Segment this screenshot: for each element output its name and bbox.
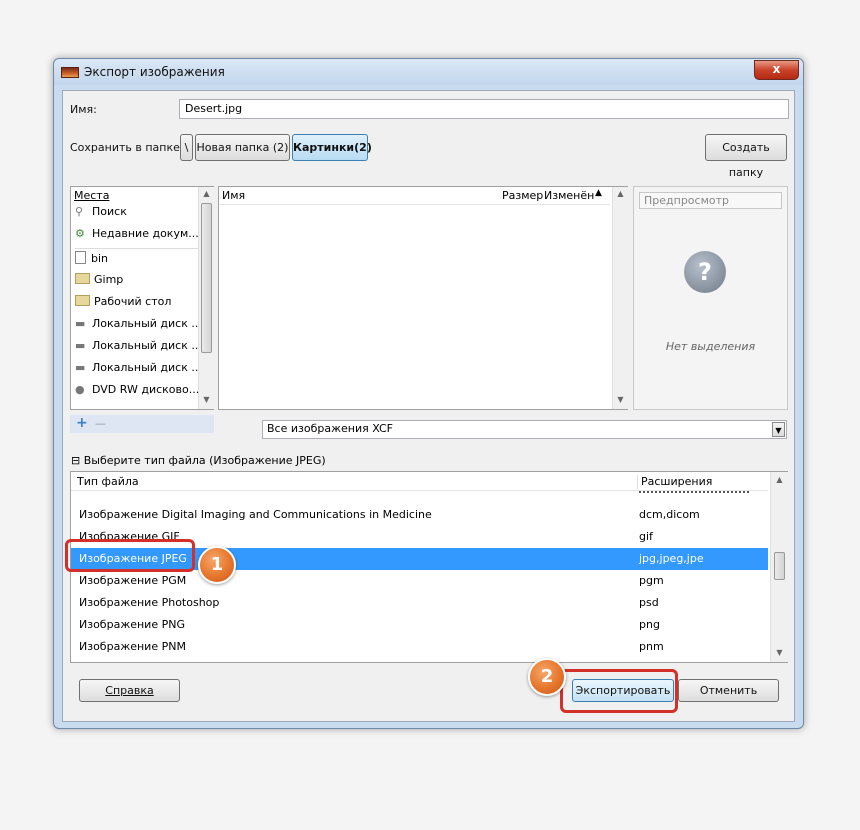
step-badge-2: 2 [528, 658, 566, 696]
column-extensions[interactable]: Расширения [641, 475, 712, 488]
sort-arrow-icon: ▲ [595, 188, 602, 198]
scroll-up-icon[interactable]: ▲ [613, 189, 628, 198]
places-scroll-thumb[interactable] [201, 203, 212, 353]
filetype-header: Выберите тип файла (Изображение JPEG) [83, 454, 326, 467]
place-bin[interactable]: bin [75, 251, 205, 272]
file-list-header: Имя Размер Изменён ▲ [219, 187, 610, 205]
search-icon: ⚲ [75, 205, 84, 218]
filename-input[interactable]: Desert.jpg [179, 99, 789, 119]
filetype-scroll-thumb[interactable] [774, 552, 785, 580]
path-new-folder-button[interactable]: Новая папка (2) [195, 134, 290, 161]
save-in-label: Сохранить в папке [70, 141, 180, 154]
chevron-down-icon[interactable]: ▼ [772, 422, 785, 437]
path-pictures-button[interactable]: Картинки(2) [292, 134, 372, 161]
folder-icon [75, 295, 90, 306]
step-badge-1: 1 [198, 546, 236, 584]
filetype-expander[interactable]: ⊟ Выберите тип файла (Изображение JPEG) [71, 454, 326, 467]
preview-label: Предпросмотр [639, 192, 782, 209]
dialog-body: Имя: Desert.jpg Сохранить в папке \ Нова… [62, 90, 795, 722]
cancel-button[interactable]: Отменить [678, 679, 779, 702]
help-button[interactable]: Справка [79, 679, 180, 702]
places-scrollbar[interactable]: ▲ ▼ [198, 187, 214, 409]
place-recent[interactable]: ⚙ Недавние докум... [75, 227, 205, 248]
scroll-down-icon[interactable]: ▼ [771, 648, 788, 657]
gimp-app-icon [61, 67, 79, 78]
place-local-disk-2[interactable]: ▬ Локальный диск ... [75, 339, 205, 360]
scroll-down-icon[interactable]: ▼ [199, 395, 214, 404]
scroll-down-icon[interactable]: ▼ [613, 395, 628, 404]
folder-icon [75, 273, 90, 284]
scroll-up-icon[interactable]: ▲ [199, 189, 214, 198]
collapse-icon: ⊟ [71, 454, 81, 467]
recent-icon: ⚙ [75, 227, 85, 240]
path-root-button[interactable]: \ [180, 134, 193, 161]
drive-icon: ▬ [75, 361, 86, 374]
place-gimp[interactable]: Gimp [75, 273, 205, 294]
filetype-row[interactable]: Изображение Digital Imaging and Communic… [71, 504, 768, 526]
filetype-list-header: Тип файла Расширения [71, 472, 768, 491]
place-dvd[interactable]: ● DVD RW дисково... [75, 383, 205, 404]
no-preview-icon: ? [684, 251, 726, 293]
remove-place-icon[interactable]: — [95, 415, 106, 432]
place-local-disk-3[interactable]: ▬ Локальный диск ... [75, 361, 205, 382]
file-icon [75, 251, 86, 264]
place-local-disk-1[interactable]: ▬ Локальный диск ... [75, 317, 205, 338]
filetype-row[interactable]: Изображение Photoshop psd [71, 592, 768, 614]
clipped-row [639, 491, 749, 495]
file-filter-value: Все изображения XCF [267, 422, 393, 435]
no-selection-text: Нет выделения [665, 340, 756, 353]
window-title: Экспорт изображения [84, 65, 225, 79]
column-divider [637, 475, 638, 489]
create-folder-button[interactable]: Создать папку [705, 134, 787, 179]
filetype-row[interactable]: Изображение PNM pnm [71, 636, 768, 658]
drive-icon: ▬ [75, 317, 86, 330]
places-divider [75, 248, 199, 249]
filetype-row[interactable]: Изображение PNG png [71, 614, 768, 636]
preview-panel: Предпросмотр ? Нет выделения [633, 186, 788, 410]
places-panel: Места ⚲ Поиск ⚙ Недавние докум... bin Gimp… [70, 186, 214, 410]
close-button[interactable]: x [754, 60, 799, 80]
place-desktop[interactable]: Рабочий стол [75, 295, 205, 316]
file-list-scrollbar[interactable]: ▲ ▼ [612, 187, 628, 409]
file-list: Имя Размер Изменён ▲ ▲ ▼ [218, 186, 628, 410]
column-file-type[interactable]: Тип файла [77, 475, 139, 488]
title-bar: Экспорт изображения x [54, 59, 803, 85]
export-image-dialog: Экспорт изображения x Имя: Desert.jpg Со… [53, 58, 804, 729]
callout-highlight-jpeg [65, 539, 195, 572]
add-place-icon[interactable]: + [76, 415, 88, 431]
callout-highlight-export [560, 669, 678, 713]
name-label: Имя: [70, 103, 97, 116]
file-filter-select[interactable]: Все изображения XCF ▼ [262, 420, 787, 439]
column-name[interactable]: Имя [222, 189, 245, 202]
drive-icon: ▬ [75, 339, 86, 352]
column-modified[interactable]: Изменён [544, 189, 594, 202]
dvd-icon: ● [75, 383, 85, 396]
filetype-scrollbar[interactable]: ▲ ▼ [770, 472, 788, 662]
scroll-up-icon[interactable]: ▲ [771, 475, 788, 484]
places-header: Места [74, 189, 110, 202]
place-search[interactable]: ⚲ Поиск [75, 205, 205, 226]
filetype-row[interactable]: Изображение PGM pgm [71, 570, 768, 592]
column-size[interactable]: Размер [502, 189, 543, 202]
places-toolbar: + — [70, 415, 214, 433]
